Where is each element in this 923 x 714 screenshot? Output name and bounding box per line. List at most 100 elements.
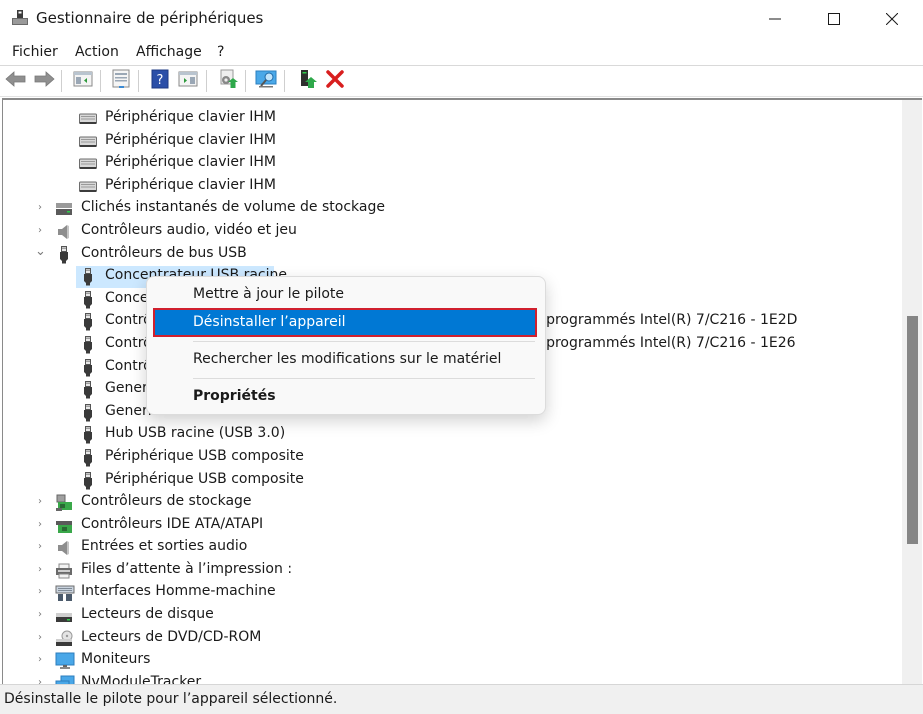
tree-item-label: Périphérique USB composite	[105, 470, 304, 487]
menu-affichage[interactable]: Affichage	[136, 44, 202, 60]
ide-controller-icon	[55, 517, 73, 535]
menu-fichier[interactable]: Fichier	[12, 44, 58, 60]
tree-device-item[interactable]: Périphérique clavier IHM	[3, 131, 901, 154]
speaker-icon	[55, 223, 73, 241]
tree-item-label: Périphérique clavier IHM	[105, 109, 276, 125]
menu-help[interactable]: ?	[217, 44, 224, 60]
printer-icon	[55, 562, 73, 580]
menu-item-properties[interactable]: Propriétés	[155, 384, 535, 409]
tree-item-label: Périphérique clavier IHM	[105, 154, 276, 171]
tree-device-item[interactable]: Périphérique USB composite	[3, 447, 901, 470]
tree-device-item[interactable]: Hub USB racine (USB 3.0)	[3, 424, 901, 447]
chevron-right-icon[interactable]: ›	[35, 586, 45, 600]
usb-plug-icon	[79, 335, 97, 354]
forward-button[interactable]	[33, 70, 55, 92]
menu-item-update-driver[interactable]: Mettre à jour le pilote	[155, 282, 535, 307]
usb-plug-icon	[79, 471, 97, 490]
tree-category[interactable]: › Contrôleurs de stockage	[3, 492, 901, 515]
keyboard-icon	[79, 155, 97, 173]
device-manager-icon	[11, 9, 29, 27]
usb-plug-icon	[79, 426, 97, 444]
hid-icon	[55, 584, 75, 602]
storage-volume-icon	[55, 200, 73, 218]
back-button[interactable]	[5, 70, 27, 92]
tree-item-label: Clichés instantanés de volume de stockag…	[81, 199, 385, 216]
chevron-right-icon[interactable]: ›	[35, 541, 45, 555]
tree-category[interactable]: ⌄ Contrôleurs de bus USB	[3, 244, 901, 267]
tree-item-label: Interfaces Homme-machine	[81, 583, 276, 600]
dvd-drive-icon	[55, 630, 73, 648]
properties-sheet-icon	[111, 69, 131, 93]
help-icon: ?	[151, 69, 169, 93]
arrow-left-icon	[5, 70, 27, 92]
tree-device-item[interactable]: Périphérique clavier IHM	[3, 108, 901, 131]
chevron-right-icon[interactable]: ›	[35, 225, 45, 239]
red-x-icon	[326, 70, 344, 92]
tree-category[interactable]: › Files d’attente à l’impression :	[3, 560, 901, 583]
menu-item-label: Désinstaller l’appareil	[193, 314, 346, 330]
menu-action[interactable]: Action	[75, 44, 119, 60]
tree-item-label: Lecteurs de disque	[81, 606, 214, 623]
usb-plug-icon	[79, 358, 97, 377]
chevron-right-icon[interactable]: ›	[35, 202, 45, 216]
scan-monitor-icon	[255, 69, 279, 93]
usb-plug-icon	[79, 290, 97, 309]
keyboard-icon	[79, 133, 97, 151]
svg-text:?: ?	[157, 73, 164, 88]
menu-item-uninstall-device[interactable]: Désinstaller l’appareil	[153, 308, 537, 337]
chevron-right-icon[interactable]: ›	[35, 496, 45, 510]
tree-category[interactable]: › Contrôleurs audio, vidéo et jeu	[3, 221, 901, 244]
menu-bar: Fichier Action Affichage ?	[0, 40, 923, 66]
scrollbar-thumb[interactable]	[907, 316, 918, 544]
close-icon	[885, 10, 899, 29]
arrow-right-icon	[33, 70, 55, 92]
speaker-icon	[55, 539, 73, 557]
show-hide-console-tree-button[interactable]	[72, 70, 94, 92]
monitor-icon	[55, 652, 75, 670]
tree-item-label: Contrôleurs de stockage	[81, 493, 252, 510]
close-button[interactable]	[869, 0, 915, 38]
tree-category[interactable]: › Interfaces Homme-machine	[3, 582, 901, 605]
menu-separator	[193, 378, 535, 379]
enable-device-button[interactable]	[297, 70, 319, 92]
tree-category[interactable]: › Moniteurs	[3, 650, 901, 673]
usb-plug-icon	[79, 313, 97, 331]
tree-category[interactable]: › Lecteurs de disque	[3, 605, 901, 628]
disk-drive-icon	[55, 607, 73, 625]
tree-category[interactable]: › Lecteurs de DVD/CD-ROM	[3, 628, 901, 651]
status-text: Désinstalle le pilote pour l’appareil sé…	[4, 691, 338, 707]
chevron-right-icon[interactable]: ›	[35, 564, 45, 578]
help-button[interactable]: ?	[149, 69, 171, 93]
toolbar-separator	[284, 70, 285, 92]
keyboard-icon	[79, 178, 97, 196]
chevron-down-icon[interactable]: ⌄	[35, 244, 46, 259]
tree-device-item[interactable]: Périphérique clavier IHM	[3, 176, 901, 199]
tree-category[interactable]: › Clichés instantanés de volume de stocka…	[3, 198, 901, 221]
status-bar: Désinstalle le pilote pour l’appareil sé…	[0, 684, 923, 714]
chevron-right-icon[interactable]: ›	[35, 654, 45, 668]
chevron-right-icon[interactable]: ›	[35, 632, 45, 646]
menu-item-scan-hardware[interactable]: Rechercher les modifications sur le maté…	[155, 347, 535, 372]
minimize-button[interactable]	[752, 0, 798, 38]
maximize-button[interactable]	[811, 0, 857, 38]
chevron-right-icon[interactable]: ›	[35, 609, 45, 623]
tree-item-label: Contrôleurs de bus USB	[81, 244, 247, 261]
show-hide-action-pane-button[interactable]	[177, 70, 199, 92]
scan-hardware-button[interactable]	[255, 69, 279, 93]
minimize-icon	[769, 10, 781, 29]
context-menu: Mettre à jour le pilote Désinstaller l’ap…	[146, 276, 546, 415]
tree-item-label: Moniteurs	[81, 651, 151, 668]
uninstall-device-button[interactable]	[324, 70, 346, 92]
toolbar-separator	[100, 70, 101, 92]
tree-device-item[interactable]: Périphérique USB composite	[3, 470, 901, 493]
tree-category[interactable]: › Entrées et sorties audio	[3, 537, 901, 560]
keyboard-icon	[79, 110, 97, 128]
vertical-scrollbar[interactable]	[902, 100, 922, 685]
tree-device-item[interactable]: Périphérique clavier IHM	[3, 153, 901, 176]
tree-category[interactable]: › Contrôleurs IDE ATA/ATAPI	[3, 515, 901, 538]
update-driver-button[interactable]	[217, 69, 239, 92]
properties-button[interactable]	[110, 69, 132, 93]
console-tree-icon	[73, 70, 93, 92]
chevron-right-icon[interactable]: ›	[35, 519, 45, 533]
toolbar-separator	[245, 70, 246, 92]
